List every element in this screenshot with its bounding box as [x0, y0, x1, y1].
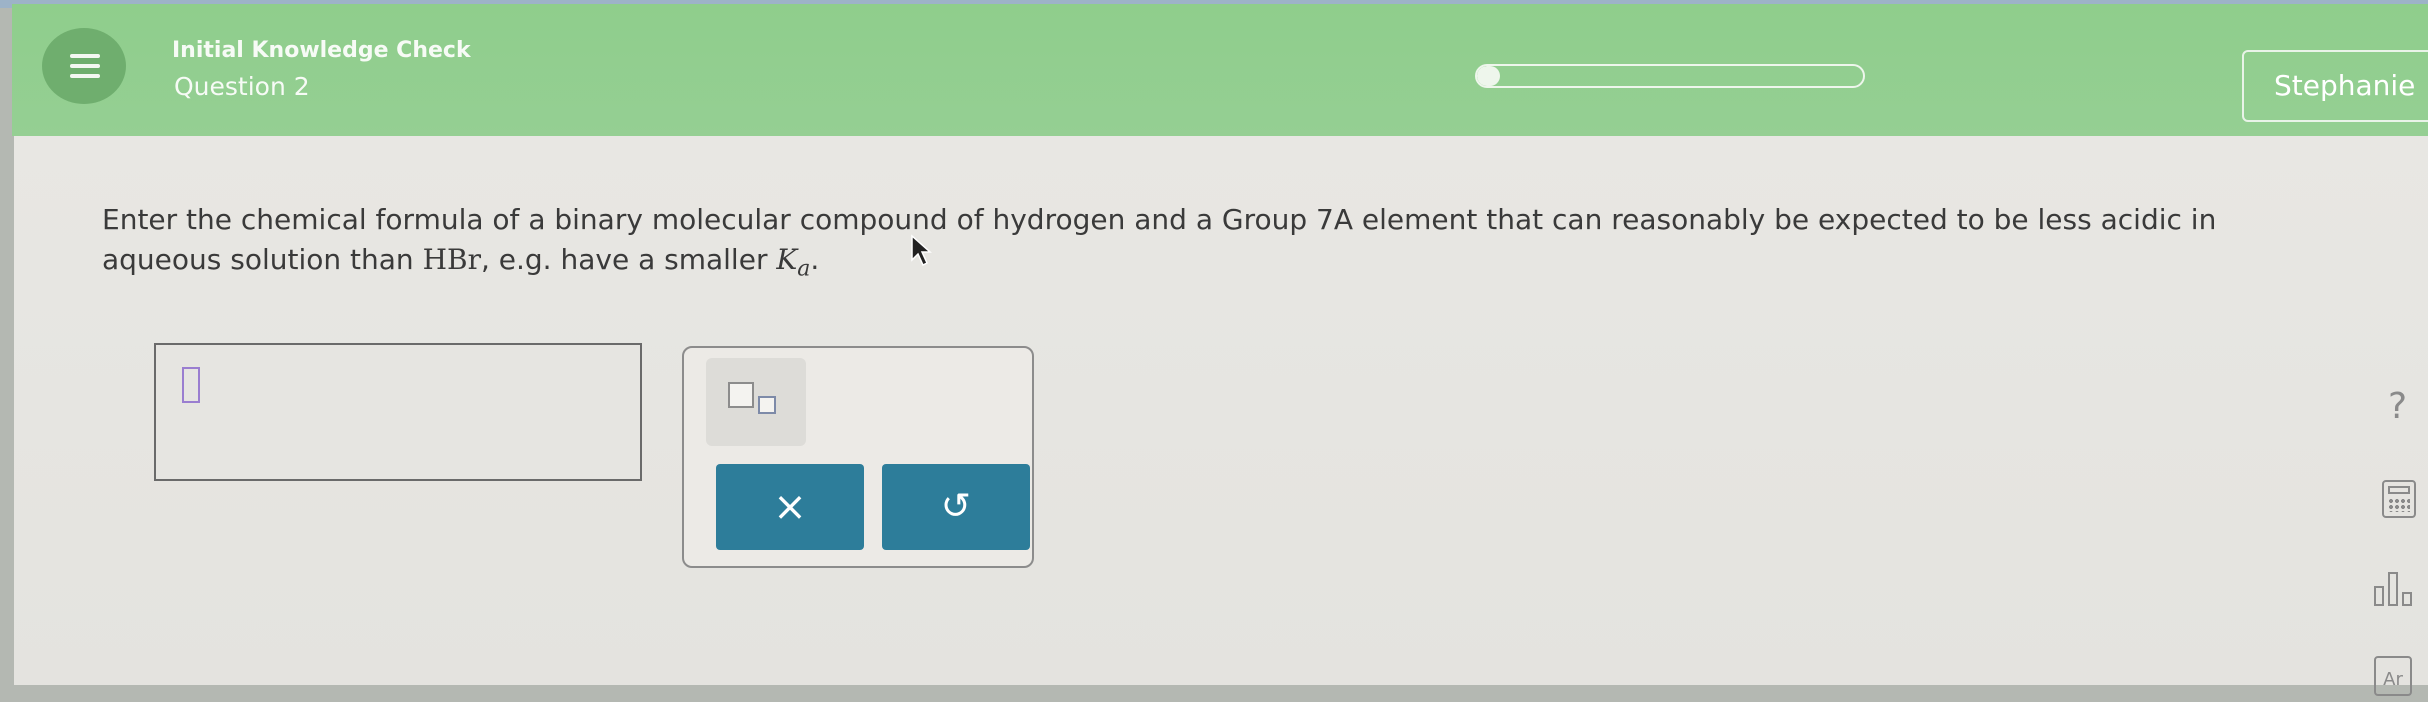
question-text: Enter the chemical formula of a binary m… [102, 200, 2342, 290]
progress-bar-fill [1477, 66, 1501, 86]
subscript-small-box-icon [758, 396, 776, 414]
ka-subscript: a [797, 256, 811, 282]
assessment-subtitle: Initial Knowledge Check [172, 38, 471, 63]
main-content: Enter the chemical formula of a binary m… [14, 136, 2428, 685]
data-chart-icon[interactable] [2374, 570, 2418, 606]
mouse-pointer-icon [911, 234, 932, 267]
formula-hbr: HBr [422, 243, 481, 276]
menu-button[interactable] [42, 28, 126, 104]
clear-button[interactable]: × [716, 464, 864, 550]
hamburger-menu-icon-line [70, 74, 100, 78]
text-cursor-placeholder [182, 367, 200, 403]
calculator-icon[interactable] [2382, 480, 2416, 518]
calculator-screen [2388, 486, 2410, 494]
chart-bar-2 [2388, 572, 2398, 606]
question-text-end: . [810, 243, 820, 276]
subscript-button[interactable] [706, 358, 806, 446]
hamburger-menu-icon-line [70, 64, 100, 68]
hamburger-menu-icon [70, 54, 100, 58]
chart-bar-3 [2402, 592, 2412, 606]
question-text-part1: Enter the chemical formula of a binary m… [102, 203, 2217, 276]
question-text-part2: , e.g. have a smaller [480, 243, 777, 276]
header-bar: Initial Knowledge Check Question 2 Steph… [12, 4, 2428, 136]
question-number: Question 2 [174, 72, 310, 101]
calculator-keys [2388, 498, 2410, 512]
progress-bar [1475, 64, 1865, 88]
chart-bar-1 [2374, 586, 2384, 606]
formula-tool-panel: × ↺ [682, 346, 1034, 568]
user-name: Stephanie [2274, 69, 2416, 102]
user-menu-button[interactable]: Stephanie ❯ [2242, 50, 2428, 122]
undo-button[interactable]: ↺ [882, 464, 1030, 550]
answer-input[interactable] [154, 343, 642, 481]
help-icon[interactable]: ? [2388, 386, 2407, 427]
ka-symbol: K [776, 243, 798, 276]
subscript-template-icon [728, 382, 754, 408]
periodic-table-icon[interactable]: Ar [2374, 656, 2412, 696]
